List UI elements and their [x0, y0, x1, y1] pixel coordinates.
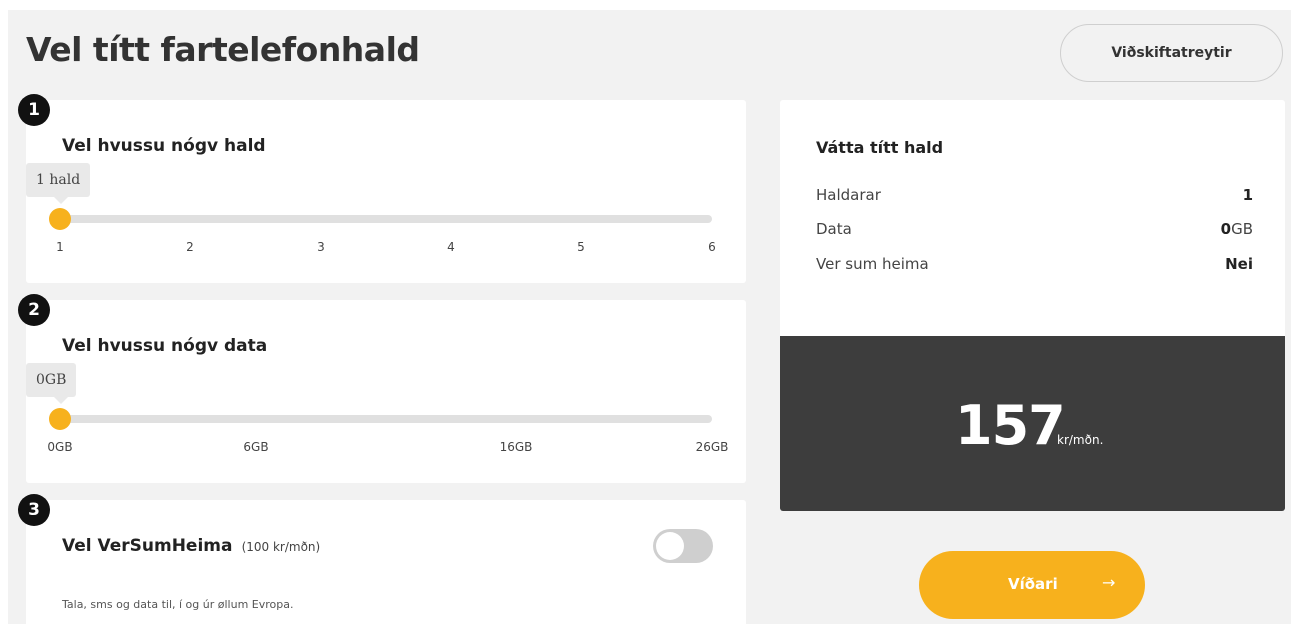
step2-badge: 2: [18, 294, 50, 326]
summary-row-unit: GB: [1231, 220, 1253, 238]
page-title: Vel títt fartelefonhald: [26, 30, 420, 69]
step2-slider-thumb[interactable]: [49, 408, 71, 430]
monthly-price: 157: [955, 394, 1066, 457]
summary-row-label: Data: [816, 220, 852, 238]
step1-tick: 1: [56, 240, 64, 254]
step1-tick: 5: [577, 240, 585, 254]
next-button[interactable]: Víðari →: [919, 551, 1145, 619]
summary-row-label: Ver sum heima: [816, 255, 929, 273]
step2-tick: 16GB: [499, 440, 533, 454]
versumheima-title: Vel VerSumHeima: [62, 536, 233, 556]
next-button-label: Víðari: [1008, 575, 1058, 593]
step1-card: Vel hvussu nógv hald 1 hald 1 2 3 4 5 6: [26, 100, 746, 283]
step3-card: Vel VerSumHeima (100 kr/mðn) Tala, sms o…: [26, 500, 746, 624]
step1-slider-thumb[interactable]: [49, 208, 71, 230]
summary-row-value: Nei: [1225, 255, 1253, 273]
summary-row-label: Haldarar: [816, 186, 881, 204]
summary-row-data: Data 0GB: [816, 220, 1253, 238]
toggle-knob: [656, 532, 684, 560]
step2-tick: 0GB: [47, 440, 73, 454]
monthly-price-unit: kr/mðn.: [1057, 433, 1104, 447]
step2-tick: 26GB: [695, 440, 729, 454]
step1-tick: 4: [447, 240, 455, 254]
step1-title: Vel hvussu nógv hald: [62, 136, 266, 156]
summary-row-roaming: Ver sum heima Nei: [816, 255, 1253, 273]
step2-tick: 6GB: [243, 440, 269, 454]
versumheima-title-row: Vel VerSumHeima (100 kr/mðn): [62, 536, 320, 556]
step1-value-tooltip: 1 hald: [26, 163, 91, 204]
versumheima-toggle[interactable]: [653, 529, 713, 563]
terms-button[interactable]: Viðskiftatreytir: [1060, 24, 1283, 82]
step1-slider-track[interactable]: [60, 215, 712, 223]
step1-badge: 1: [18, 94, 50, 126]
step1-tick: 3: [317, 240, 325, 254]
summary-card: Vátta títt hald Haldarar 1 Data 0GB Ver …: [780, 100, 1285, 336]
step3-badge: 3: [18, 494, 50, 526]
versumheima-description: Tala, sms og data til, í og úr øllum Evr…: [62, 598, 294, 611]
summary-row-holders: Haldarar 1: [816, 186, 1253, 204]
arrow-right-icon: →: [1102, 573, 1116, 592]
versumheima-price-note: (100 kr/mðn): [241, 540, 321, 554]
summary-row-value: 1: [1242, 186, 1253, 204]
step1-tick: 2: [186, 240, 194, 254]
step2-title: Vel hvussu nógv data: [62, 336, 268, 356]
summary-row-value: 0: [1220, 220, 1232, 238]
summary-title: Vátta títt hald: [816, 138, 944, 157]
step2-card: Vel hvussu nógv data 0GB 0GB 6GB 16GB 26…: [26, 300, 746, 483]
price-panel: 157 kr/mðn.: [780, 336, 1285, 511]
step2-value-tooltip: 0GB: [26, 363, 77, 404]
step1-tick: 6: [708, 240, 716, 254]
step2-slider-track[interactable]: [60, 415, 712, 423]
